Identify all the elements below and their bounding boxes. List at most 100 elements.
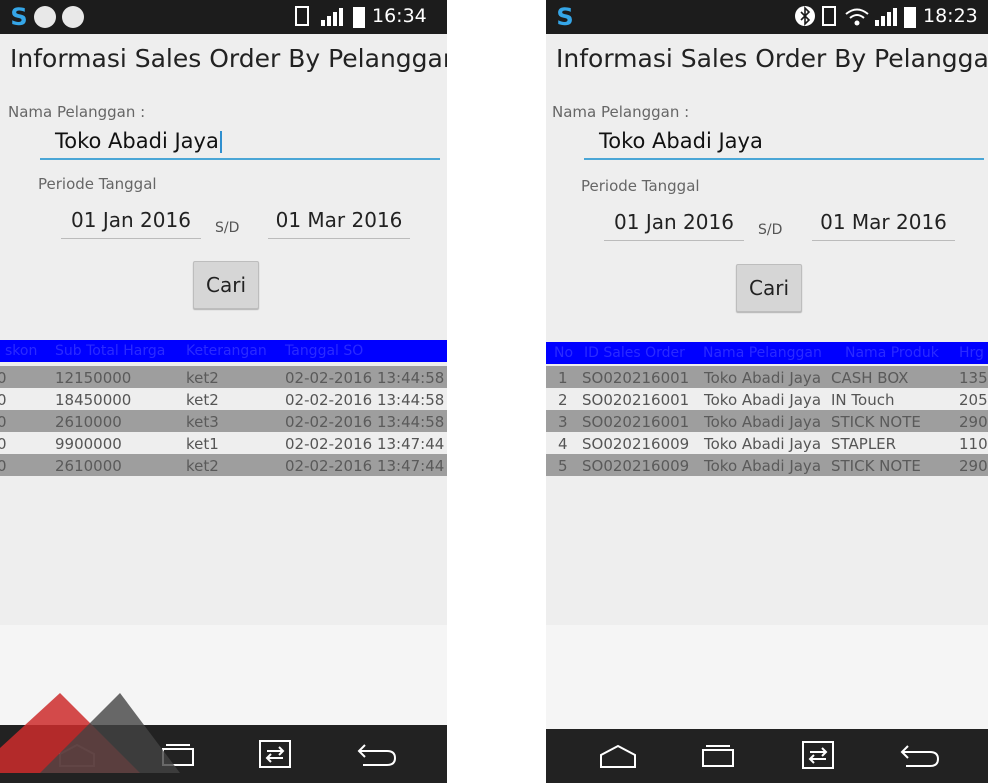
date-to-field[interactable]: 01 Mar 2016 [268, 206, 410, 239]
column-header: ID Sales Order [584, 345, 685, 361]
cell-product: STICK NOTE [831, 457, 921, 475]
column-header: Nama Pelanggan [703, 345, 822, 361]
home-icon[interactable] [598, 743, 638, 769]
cell-subtotal: 12150000 [55, 369, 132, 387]
bluetooth-icon [795, 6, 815, 26]
cell-order-id: SO020216009 [582, 435, 690, 453]
table-row[interactable]: 0 2610000 ket3 02-02-2016 13:44:58 [0, 410, 447, 432]
column-header: Keterangan [186, 343, 267, 359]
customer-name-value: Toko Abadi Jaya [599, 129, 763, 153]
cell-no: 1 [558, 369, 568, 387]
date-separator: S/D [758, 222, 783, 238]
cell-no: 4 [558, 435, 568, 453]
cell-price: 135 [959, 369, 988, 387]
cell-discount: 0 [0, 413, 7, 431]
phone-icon [295, 6, 309, 26]
table-row[interactable]: 0 2610000 ket2 02-02-2016 13:47:44 [0, 454, 447, 476]
app-circle-icon [34, 6, 56, 28]
cell-customer: Toko Abadi Jaya [704, 413, 822, 431]
signal-icon [875, 8, 897, 26]
status-time: 18:23 [923, 5, 978, 27]
table-header: No ID Sales Order Nama Pelanggan Nama Pr… [546, 342, 988, 364]
cell-product: STAPLER [831, 435, 897, 453]
cell-order-id: SO020216001 [582, 391, 690, 409]
customer-name-input[interactable]: Toko Abadi Jaya [584, 128, 984, 160]
text-caret [219, 131, 222, 153]
cell-note: ket2 [186, 457, 219, 475]
cell-price: 205 [959, 391, 988, 409]
cell-no: 3 [558, 413, 568, 431]
cell-subtotal: 18450000 [55, 391, 132, 409]
cell-date: 02-02-2016 13:44:58 [285, 413, 445, 431]
table-row[interactable]: 0 9900000 ket1 02-02-2016 13:47:44 [0, 432, 447, 454]
date-to-field[interactable]: 01 Mar 2016 [812, 208, 955, 241]
cell-date: 02-02-2016 13:47:44 [285, 435, 445, 453]
cell-date: 02-02-2016 13:44:58 [285, 369, 445, 387]
table-row[interactable]: 3 SO020216001 Toko Abadi Jaya STICK NOTE… [546, 410, 988, 432]
recent-apps-icon[interactable] [700, 741, 736, 769]
cell-no: 5 [558, 457, 568, 475]
cell-customer: Toko Abadi Jaya [704, 369, 822, 387]
dual-window-icon[interactable] [801, 740, 835, 770]
cell-subtotal: 2610000 [55, 457, 122, 475]
cell-customer: Toko Abadi Jaya [704, 435, 822, 453]
column-header: skon [5, 343, 38, 359]
period-label: Periode Tanggal [581, 177, 700, 195]
cell-customer: Toko Abadi Jaya [704, 457, 822, 475]
table-row[interactable]: 2 SO020216001 Toko Abadi Jaya IN Touch 2… [546, 388, 988, 410]
table-row[interactable]: 5 SO020216009 Toko Abadi Jaya STICK NOTE… [546, 454, 988, 476]
cell-price: 110 [959, 435, 988, 453]
phone-screen-right: S 18:23 Informasi Sales Order By Pelangg… [546, 0, 988, 783]
page-title: Informasi Sales Order By Pelanggan [556, 44, 988, 73]
cell-product: IN Touch [831, 391, 895, 409]
back-icon[interactable] [898, 741, 942, 769]
date-from-field[interactable]: 01 Jan 2016 [61, 206, 201, 239]
dual-window-icon[interactable] [258, 739, 292, 769]
back-icon[interactable] [355, 740, 399, 768]
table-row[interactable]: 0 12150000 ket2 02-02-2016 13:44:58 [0, 366, 447, 388]
cell-order-id: SO020216009 [582, 457, 690, 475]
page-title: Informasi Sales Order By Pelanggan [10, 44, 447, 73]
cell-discount: 0 [0, 457, 7, 475]
app-s-icon: S [10, 3, 28, 31]
customer-name-input[interactable]: Toko Abadi Jaya [40, 128, 440, 160]
period-label: Periode Tanggal [38, 175, 157, 193]
customer-label: Nama Pelanggan : [8, 103, 146, 121]
status-time: 16:34 [372, 5, 427, 27]
search-button[interactable]: Cari [193, 261, 259, 309]
cell-date: 02-02-2016 13:44:58 [285, 391, 445, 409]
cell-note: ket1 [186, 435, 219, 453]
battery-icon [353, 7, 365, 28]
signal-icon [321, 8, 343, 26]
cell-no: 2 [558, 391, 568, 409]
column-header: Nama Produk [845, 345, 939, 361]
empty-area [546, 625, 988, 730]
cell-order-id: SO020216001 [582, 369, 690, 387]
phone-screen-left: S 16:34 Informasi Sales Order By Pelangg… [0, 0, 447, 783]
column-header: No [554, 345, 574, 361]
date-separator: S/D [215, 220, 240, 236]
cell-subtotal: 2610000 [55, 413, 122, 431]
column-header: Hrg [959, 345, 984, 361]
search-button[interactable]: Cari [736, 264, 802, 312]
app-circle-icon [62, 6, 84, 28]
cell-note: ket2 [186, 391, 219, 409]
table-row[interactable]: 1 SO020216001 Toko Abadi Jaya CASH BOX 1… [546, 366, 988, 388]
column-header: Tanggal SO [285, 343, 364, 359]
date-from-field[interactable]: 01 Jan 2016 [604, 208, 744, 241]
cell-subtotal: 9900000 [55, 435, 122, 453]
cell-note: ket3 [186, 413, 219, 431]
customer-label: Nama Pelanggan : [552, 103, 690, 121]
navigation-bar [546, 729, 988, 783]
cell-product: STICK NOTE [831, 413, 921, 431]
battery-icon [904, 7, 916, 28]
customer-name-value: Toko Abadi Jaya [55, 129, 219, 153]
cell-discount: 0 [0, 369, 7, 387]
cell-product: CASH BOX [831, 369, 909, 387]
table-row[interactable]: 0 18450000 ket2 02-02-2016 13:44:58 [0, 388, 447, 410]
cell-order-id: SO020216001 [582, 413, 690, 431]
cell-price: 290 [959, 457, 988, 475]
phone-icon [822, 6, 836, 26]
cell-price: 290 [959, 413, 988, 431]
table-row[interactable]: 4 SO020216009 Toko Abadi Jaya STAPLER 11… [546, 432, 988, 454]
